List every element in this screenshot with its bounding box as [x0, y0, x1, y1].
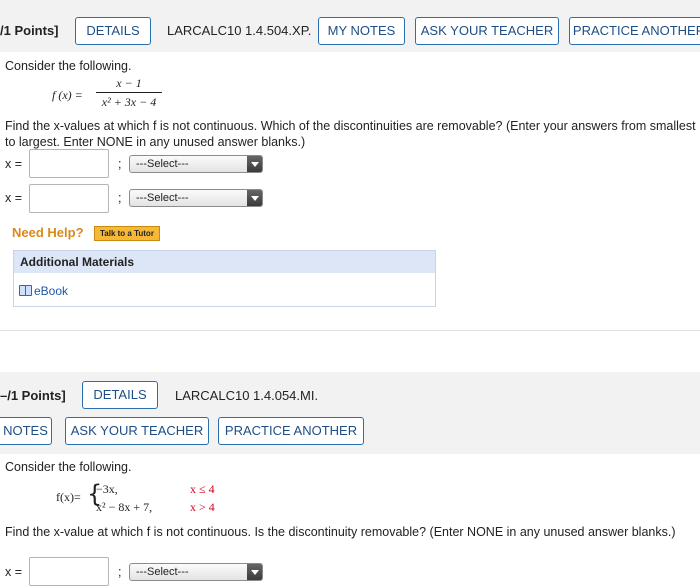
problem2-practice-button[interactable]: PRACTICE ANOTHER: [218, 417, 364, 445]
problem1-code: LARCALC10 1.4.504.XP.: [167, 23, 312, 38]
dropdown-arrow-icon: [247, 564, 262, 580]
book-icon: [19, 285, 32, 296]
problem1-practice-button[interactable]: PRACTICE ANOTHER: [569, 17, 700, 45]
dropdown-arrow-icon: [247, 156, 262, 172]
problem1-function-lhs: f (x) =: [52, 88, 83, 102]
select-value: ---Select---: [136, 192, 189, 204]
problem2-ask-teacher-button[interactable]: ASK YOUR TEACHER: [65, 417, 209, 445]
problem1-denominator: x² + 3x − 4: [101, 95, 157, 109]
select-value: ---Select---: [136, 158, 189, 170]
problem2-case1-condition: x ≤ 4: [190, 482, 215, 496]
problem1-answer2-separator: ;: [118, 191, 122, 205]
problem2-answer-separator: ;: [118, 565, 122, 579]
problem2-answer-select[interactable]: ---Select---: [129, 563, 263, 581]
problem2-points: –/1 Points]: [0, 388, 66, 403]
select-value: ---Select---: [136, 566, 189, 578]
problem1-details-button[interactable]: DETAILS: [75, 17, 151, 45]
problem2-case2-expr: x² − 8x + 7,: [96, 500, 153, 514]
problem1-ask-teacher-button[interactable]: ASK YOUR TEACHER: [415, 17, 559, 45]
additional-materials-panel: Additional Materials eBook: [13, 250, 436, 307]
problem2-consider: Consider the following.: [5, 460, 132, 474]
problem1-answer2-input[interactable]: [29, 184, 109, 213]
problem1-answer2-label: x =: [5, 191, 23, 205]
problem1-points: /1 Points]: [0, 23, 59, 38]
fraction-bar: [96, 92, 162, 93]
need-help-label: Need Help?: [12, 225, 84, 240]
ebook-link-text: eBook: [34, 284, 69, 298]
problem2-code: LARCALC10 1.4.054.MI.: [175, 388, 319, 403]
problem2-instructions: Find the x-value at which f is not conti…: [5, 525, 676, 539]
problem1-consider: Consider the following.: [5, 59, 132, 73]
problem1-answer2-select[interactable]: ---Select---: [129, 189, 263, 207]
problem1-answer1-input[interactable]: [29, 149, 109, 178]
problem2-function-lhs: f(x)=: [56, 490, 81, 504]
problem2-answer-label: x =: [5, 565, 23, 579]
problem1-numerator: x − 1: [116, 76, 142, 90]
problem2-notes-button[interactable]: NOTES: [0, 417, 52, 445]
ebook-link[interactable]: eBook: [19, 282, 68, 300]
divider: [0, 330, 700, 331]
talk-to-tutor-button[interactable]: Talk to a Tutor: [94, 226, 160, 241]
problem1-answer1-separator: ;: [118, 157, 122, 171]
problem1-answer1-select[interactable]: ---Select---: [129, 155, 263, 173]
additional-materials-title: Additional Materials: [14, 251, 435, 273]
problem2-answer-input[interactable]: [29, 557, 109, 586]
dropdown-arrow-icon: [247, 190, 262, 206]
problem2-case2-condition: x > 4: [190, 500, 215, 514]
problem1-answer1-label: x =: [5, 157, 23, 171]
problem2-details-button[interactable]: DETAILS: [82, 381, 158, 409]
problem1-instructions: Find the x-values at which f is not cont…: [5, 119, 696, 149]
problem1-my-notes-button[interactable]: MY NOTES: [318, 17, 405, 45]
problem2-case1-expr: −3x,: [96, 482, 118, 496]
